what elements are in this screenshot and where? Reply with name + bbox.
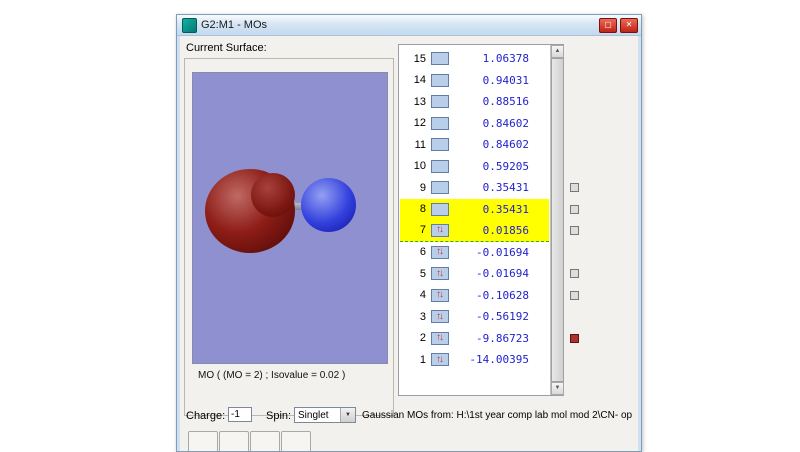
dialog-content: Current Surface: MO ( (MO = 2) ; Isovalu… bbox=[180, 36, 638, 451]
mo-number: 15 bbox=[402, 53, 426, 65]
mo-row[interactable]: 11 0.84602 bbox=[400, 134, 549, 156]
mo-energy: 0.94031 bbox=[453, 74, 529, 87]
mo-virtual-box[interactable] bbox=[431, 117, 449, 130]
mo-number: 4 bbox=[402, 289, 426, 301]
mo-row[interactable]: 14 0.94031 bbox=[400, 70, 549, 92]
mo-surface-checkbox[interactable] bbox=[570, 334, 579, 343]
mo-energy: 1.06378 bbox=[453, 52, 529, 65]
window-title: G2:M1 - MOs bbox=[201, 19, 596, 31]
bottom-tab[interactable] bbox=[281, 431, 311, 452]
mo-row[interactable]: 3 ↑↓ -0.56192 bbox=[400, 306, 549, 328]
mo-energy: -0.10628 bbox=[453, 289, 529, 302]
molecule-viewport[interactable] bbox=[192, 72, 388, 364]
mo-virtual-box[interactable] bbox=[431, 203, 449, 216]
mo-energy: 0.84602 bbox=[453, 138, 529, 151]
gaussian-source-text: Gaussian MOs from: H:\1st year comp lab … bbox=[362, 410, 636, 421]
scroll-down-icon[interactable]: ▼ bbox=[551, 382, 564, 395]
mo-lobe-blue bbox=[301, 178, 356, 232]
mo-row[interactable]: 2 ↑↓ -9.86723 bbox=[400, 328, 549, 350]
viewport-caption: MO ( (MO = 2) ; Isovalue = 0.02 ) bbox=[198, 370, 345, 381]
mo-row[interactable]: 4 ↑↓ -0.10628 bbox=[400, 285, 549, 307]
mo-energy: 0.35431 bbox=[453, 181, 529, 194]
maximize-button[interactable]: ▢ bbox=[599, 18, 617, 33]
charge-label: Charge: bbox=[186, 410, 225, 422]
mo-number: 5 bbox=[402, 268, 426, 280]
mo-number: 8 bbox=[402, 203, 426, 215]
mo-energy: 0.59205 bbox=[453, 160, 529, 173]
mo-row[interactable]: 10 0.59205 bbox=[400, 156, 549, 178]
mo-row[interactable]: 12 0.84602 bbox=[400, 113, 549, 135]
mo-surface-checkbox[interactable] bbox=[570, 183, 579, 192]
mo-row[interactable]: 9 0.35431 bbox=[400, 177, 549, 199]
mo-number: 14 bbox=[402, 74, 426, 86]
mo-number: 3 bbox=[402, 311, 426, 323]
titlebar[interactable]: G2:M1 - MOs ▢ ✕ bbox=[177, 15, 641, 36]
mo-number: 10 bbox=[402, 160, 426, 172]
mo-energy: 0.35431 bbox=[453, 203, 529, 216]
mo-lobe-red-bump bbox=[251, 173, 295, 217]
mo-number: 2 bbox=[402, 332, 426, 344]
close-button[interactable]: ✕ bbox=[620, 18, 638, 33]
mo-row[interactable]: 7 ↑↓ 0.01856 bbox=[400, 220, 549, 242]
mo-occupied-box[interactable]: ↑↓ bbox=[431, 267, 449, 280]
scroll-up-icon[interactable]: ▲ bbox=[551, 45, 564, 58]
mo-energy: 0.88516 bbox=[453, 95, 529, 108]
spin-label: Spin: bbox=[266, 410, 291, 422]
mo-virtual-box[interactable] bbox=[431, 138, 449, 151]
chevron-down-icon: ▼ bbox=[340, 408, 355, 422]
mo-energy: -14.00395 bbox=[453, 353, 529, 366]
mo-number: 9 bbox=[402, 182, 426, 194]
bottom-tab[interactable] bbox=[250, 431, 280, 452]
mo-energy: -9.86723 bbox=[453, 332, 529, 345]
mo-number: 7 bbox=[402, 224, 426, 236]
mo-energy: 0.84602 bbox=[453, 117, 529, 130]
mo-occupied-box[interactable]: ↑↓ bbox=[431, 353, 449, 366]
mo-energy: -0.01694 bbox=[453, 246, 529, 259]
mo-surface-checkbox[interactable] bbox=[570, 226, 579, 235]
mo-row[interactable]: 6 ↑↓ -0.01694 bbox=[400, 242, 549, 264]
scrollbar-thumb[interactable] bbox=[551, 58, 564, 382]
charge-input[interactable] bbox=[228, 407, 252, 422]
mo-row[interactable]: 1 ↑↓ -14.00395 bbox=[400, 349, 549, 371]
mo-occupied-box[interactable]: ↑↓ bbox=[431, 332, 449, 345]
mo-number: 11 bbox=[402, 139, 426, 151]
mo-row[interactable]: 15 1.06378 bbox=[400, 48, 549, 70]
mo-virtual-box[interactable] bbox=[431, 52, 449, 65]
mo-occupied-box[interactable]: ↑↓ bbox=[431, 224, 449, 237]
mo-row[interactable]: 8 0.35431 bbox=[400, 199, 549, 221]
spin-value: Singlet bbox=[295, 410, 340, 421]
mo-occupied-box[interactable]: ↑↓ bbox=[431, 289, 449, 302]
bottom-tab[interactable] bbox=[188, 431, 218, 452]
mo-virtual-box[interactable] bbox=[431, 74, 449, 87]
mo-energy: 0.01856 bbox=[453, 224, 529, 237]
mo-energy: -0.56192 bbox=[453, 310, 529, 323]
current-surface-label: Current Surface: bbox=[186, 42, 267, 54]
mo-row[interactable]: 13 0.88516 bbox=[400, 91, 549, 113]
mo-surface-checkbox[interactable] bbox=[570, 269, 579, 278]
bottom-tab[interactable] bbox=[219, 431, 249, 452]
mo-virtual-box[interactable] bbox=[431, 181, 449, 194]
mos-dialog-window: G2:M1 - MOs ▢ ✕ Current Surface: MO ( (M… bbox=[176, 14, 642, 452]
mo-row[interactable]: 5 ↑↓ -0.01694 bbox=[400, 263, 549, 285]
mo-number: 13 bbox=[402, 96, 426, 108]
mo-surface-checkbox[interactable] bbox=[570, 291, 579, 300]
mo-surface-checkbox[interactable] bbox=[570, 205, 579, 214]
mo-virtual-box[interactable] bbox=[431, 160, 449, 173]
mo-list: 151.06378140.94031130.88516120.84602110.… bbox=[398, 44, 564, 396]
mo-list-scrollbar[interactable]: ▲ ▼ bbox=[550, 45, 563, 395]
bottom-tab-bar bbox=[188, 431, 312, 452]
mo-energy: -0.01694 bbox=[453, 267, 529, 280]
mo-virtual-box[interactable] bbox=[431, 95, 449, 108]
mo-number: 6 bbox=[402, 246, 426, 258]
mo-number: 1 bbox=[402, 354, 426, 366]
spin-dropdown[interactable]: Singlet ▼ bbox=[294, 407, 356, 423]
app-icon bbox=[182, 18, 197, 33]
mo-number: 12 bbox=[402, 117, 426, 129]
mo-occupied-box[interactable]: ↑↓ bbox=[431, 246, 449, 259]
mo-rows: 151.06378140.94031130.88516120.84602110.… bbox=[400, 48, 549, 371]
mo-occupied-box[interactable]: ↑↓ bbox=[431, 310, 449, 323]
